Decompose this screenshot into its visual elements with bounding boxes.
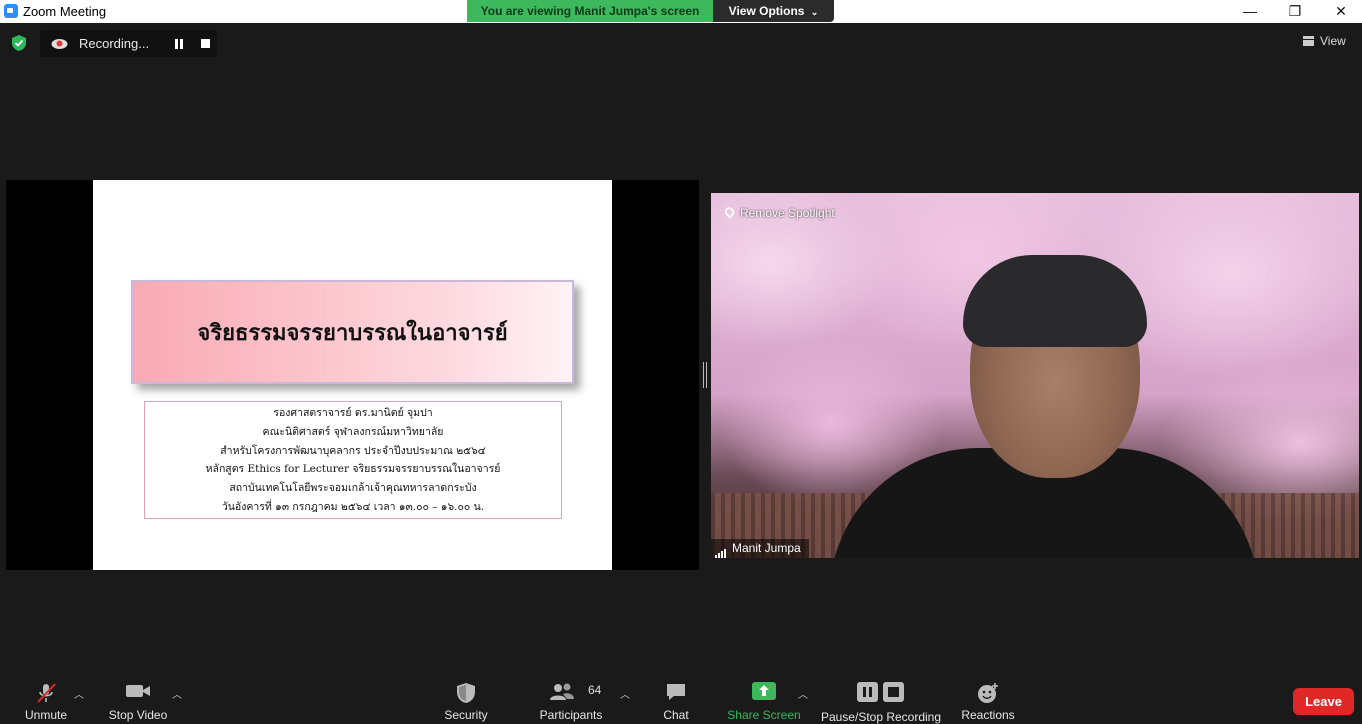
stop-video-label: Stop Video [108,708,168,722]
slide-title-box: จริยธรรมจรรยาบรรณในอาจารย์ [131,280,574,384]
participants-count: 64 [588,683,602,697]
share-options-caret-icon[interactable]: ︿ [798,686,808,701]
signal-strength-icon [715,540,727,558]
window-title: Zoom Meeting [23,4,107,19]
minimize-button[interactable]: — [1230,2,1270,20]
remove-spotlight-button[interactable]: Remove Spotlight [722,205,835,220]
slide-line: สำหรับโครงการพัฒนาบุคลากร ประจำปีงบประมา… [220,444,486,457]
chat-bubble-icon [667,684,685,700]
slide-title: จริยธรรมจรรยาบรรณในอาจารย์ [197,319,508,346]
presentation-slide: จริยธรรมจรรยาบรรณในอาจารย์ รองศาสตราจารย… [93,180,612,570]
stop-video-button[interactable]: Stop Video [100,670,176,723]
zoom-app-icon [4,4,18,18]
participants-options-caret-icon[interactable]: ︿ [620,686,630,701]
security-label: Security [444,708,488,722]
slide-line: รองศาสตราจารย์ ดร.มานิตย์ จุมปา [273,407,433,419]
close-button[interactable]: ✕ [1321,2,1361,20]
share-screen-icon [752,682,776,700]
reactions-emoji-icon [978,683,998,703]
view-options-label: View Options [728,4,805,18]
participants-label: Participants [539,708,603,722]
microphone-muted-icon [37,683,56,703]
video-camera-icon [126,685,150,697]
slide-line: สถาบันเทคโนโลยีพระจอมเกล้าเจ้าคุณทหารลาด… [229,482,477,495]
share-screen-button[interactable]: Share Screen [724,670,804,723]
unmute-button[interactable]: Unmute [10,670,82,723]
participants-button[interactable]: 64 Participants [532,670,610,723]
recording-label: Recording... [79,36,150,51]
view-grid-icon [1303,36,1314,46]
remove-spotlight-label: Remove Spotlight [740,206,835,220]
participant-name: Manit Jumpa [732,541,801,555]
pause-stop-recording-button[interactable]: Pause/Stop Recording [818,670,944,724]
slide-line: วันอังคารที่ ๑๓ กรกฎาคม ๒๕๖๔ เวลา ๑๓.๐๐ … [221,500,485,513]
cloud-recording-icon [51,39,68,49]
unmute-label: Unmute [24,708,68,722]
stop-recording-icon[interactable] [201,39,210,48]
pause-recording-icon[interactable] [174,39,184,49]
reactions-button[interactable]: Reactions [954,670,1022,723]
meeting-toolbar: Unmute ︿ Stop Video ︿ Security 64 Partic… [0,670,1362,724]
participant-hair [963,255,1147,347]
encryption-shield-icon[interactable] [10,34,28,52]
participants-icon [549,683,574,700]
slide-line: คณะนิติศาสตร์ จุฬาลงกรณ์มหาวิทยาลัย [262,425,444,438]
security-button[interactable]: Security [436,670,496,723]
chat-button[interactable]: Chat [650,670,702,723]
slide-info-box: รองศาสตราจารย์ ดร.มานิตย์ จุมปา คณะนิติศ… [144,401,562,519]
pin-icon [722,205,737,219]
pause-stop-recording-icon [857,682,904,702]
share-screen-label: Share Screen [727,708,801,722]
pause-stop-recording-label: Pause/Stop Recording [820,710,942,724]
participant-video[interactable]: Remove Spotlight Manit Jumpa [711,193,1359,558]
slide-line: หลักสูตร Ethics for Lecturer จริยธรรมจรร… [205,463,501,476]
maximize-button[interactable]: ❐ [1275,2,1315,20]
split-resize-handle[interactable] [703,362,707,388]
view-label: View [1320,34,1346,48]
audio-options-caret-icon[interactable]: ︿ [74,686,84,701]
view-options-button[interactable]: View Options ⌄ [713,0,834,22]
security-shield-icon [457,683,475,703]
reactions-label: Reactions [961,708,1015,722]
chat-label: Chat [663,708,689,722]
view-button[interactable]: View [1303,34,1346,48]
viewing-screen-banner: You are viewing Manit Jumpa's screen [467,0,713,22]
shared-screen: จริยธรรมจรรยาบรรณในอาจารย์ รองศาสตราจารย… [6,180,699,570]
leave-button[interactable]: Leave [1293,688,1354,715]
chevron-down-icon: ⌄ [810,7,819,17]
recording-indicator: Recording... [40,30,217,57]
participant-name-tag: Manit Jumpa [711,539,809,558]
video-options-caret-icon[interactable]: ︿ [172,686,182,701]
